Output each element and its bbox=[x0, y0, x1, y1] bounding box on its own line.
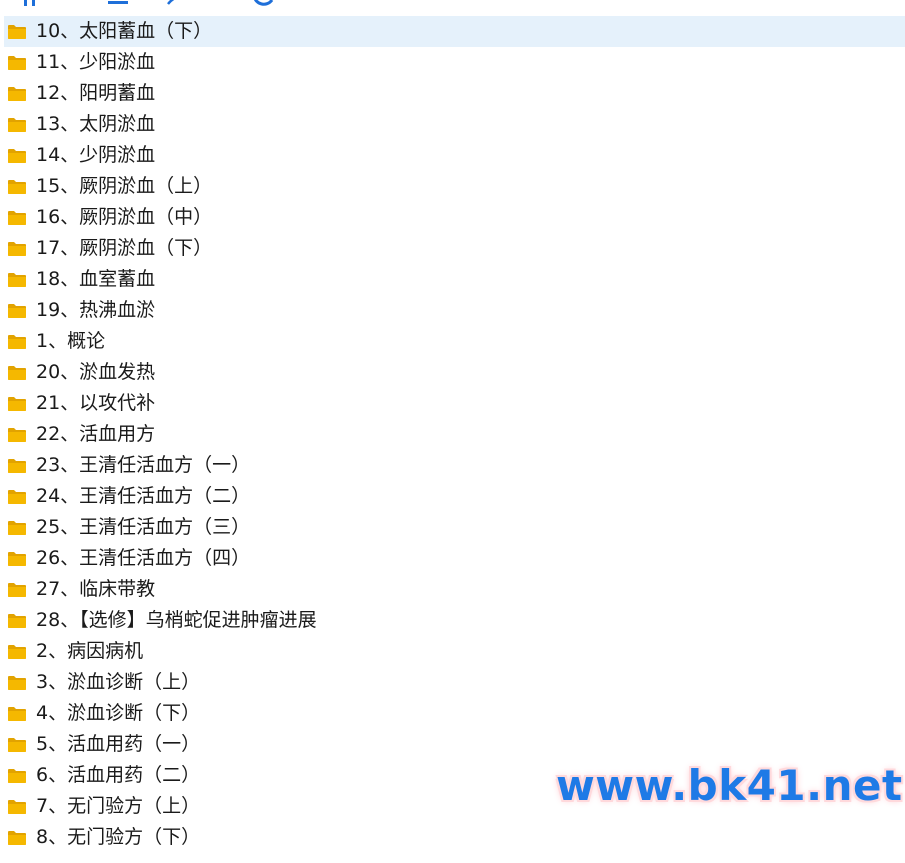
folder-name: 3、淤血诊断（上） bbox=[36, 671, 201, 693]
folder-name: 17、厥阴淤血（下） bbox=[36, 237, 213, 259]
folder-row[interactable]: 11、少阳淤血 bbox=[4, 47, 905, 78]
folder-icon bbox=[8, 830, 26, 845]
folder-row[interactable]: 24、王清任活血方（二） bbox=[4, 481, 905, 512]
folder-name: 19、热沸血淤 bbox=[36, 299, 156, 321]
folder-icon bbox=[8, 520, 26, 535]
folder-row[interactable]: 16、厥阴淤血（中） bbox=[4, 202, 905, 233]
folder-icon bbox=[8, 179, 26, 194]
folder-name: 21、以攻代补 bbox=[36, 392, 156, 414]
folder-name: 16、厥阴淤血（中） bbox=[36, 206, 213, 228]
folder-row[interactable]: 20、淤血发热 bbox=[4, 357, 905, 388]
folder-row[interactable]: 12、阳明蓄血 bbox=[4, 78, 905, 109]
folder-name: 14、少阴淤血 bbox=[36, 144, 156, 166]
folder-row[interactable]: 15、厥阴淤血（上） bbox=[4, 171, 905, 202]
folder-row[interactable]: 27、临床带教 bbox=[4, 574, 905, 605]
folder-icon bbox=[8, 241, 26, 256]
folder-icon bbox=[8, 706, 26, 721]
folder-row[interactable]: 17、厥阴淤血（下） bbox=[4, 233, 905, 264]
folder-name: 7、无门验方（上） bbox=[36, 795, 201, 817]
folder-icon bbox=[8, 644, 26, 659]
folder-icon bbox=[8, 86, 26, 101]
folder-name: 2、病因病机 bbox=[36, 640, 144, 662]
folder-row[interactable]: 28、【选修】乌梢蛇促进肿瘤进展 bbox=[4, 605, 905, 636]
folder-row[interactable]: 4、淤血诊断（下） bbox=[4, 698, 905, 729]
folder-name: 11、少阳淤血 bbox=[36, 51, 156, 73]
folder-name: 6、活血用药（二） bbox=[36, 764, 201, 786]
folder-name: 12、阳明蓄血 bbox=[36, 82, 156, 104]
folder-row[interactable]: 5、活血用药（一） bbox=[4, 729, 905, 760]
folder-icon bbox=[8, 737, 26, 752]
folder-row[interactable]: 13、太阴淤血 bbox=[4, 109, 905, 140]
folder-name: 1、概论 bbox=[36, 330, 106, 352]
folder-name: 23、王清任活血方（一） bbox=[36, 454, 251, 476]
upload-icon[interactable] bbox=[22, 0, 44, 6]
folder-name: 10、太阳蓄血（下） bbox=[36, 20, 213, 42]
folder-row[interactable]: 18、血室蓄血 bbox=[4, 264, 905, 295]
folder-name: 24、王清任活血方（二） bbox=[36, 485, 251, 507]
folder-row[interactable]: 2、病因病机 bbox=[4, 636, 905, 667]
folder-row[interactable]: 25、王清任活血方（三） bbox=[4, 512, 905, 543]
folder-name: 26、王清任活血方（四） bbox=[36, 547, 251, 569]
folder-name: 28、【选修】乌梢蛇促进肿瘤进展 bbox=[36, 609, 317, 631]
folder-icon bbox=[8, 458, 26, 473]
folder-name: 15、厥阴淤血（上） bbox=[36, 175, 213, 197]
folder-name: 25、王清任活血方（三） bbox=[36, 516, 251, 538]
folder-icon bbox=[8, 489, 26, 504]
folder-icon bbox=[8, 582, 26, 597]
folder-row[interactable]: 1、概论 bbox=[4, 326, 905, 357]
folder-row[interactable]: 23、王清任活血方（一） bbox=[4, 450, 905, 481]
folder-icon bbox=[8, 210, 26, 225]
folder-name: 4、淤血诊断（下） bbox=[36, 702, 201, 724]
folder-name: 27、临床带教 bbox=[36, 578, 156, 600]
share-icon[interactable] bbox=[166, 0, 190, 6]
folder-row[interactable]: 22、活血用方 bbox=[4, 419, 905, 450]
folder-name: 20、淤血发热 bbox=[36, 361, 156, 383]
folder-row[interactable]: 8、无门验方（下） bbox=[4, 822, 905, 853]
folder-icon bbox=[8, 55, 26, 70]
folder-icon bbox=[8, 148, 26, 163]
folder-icon bbox=[8, 675, 26, 690]
folder-icon bbox=[8, 24, 26, 39]
folder-row[interactable]: 21、以攻代补 bbox=[4, 388, 905, 419]
folder-icon bbox=[8, 365, 26, 380]
watermark-text: www.bk41.net bbox=[556, 761, 903, 810]
folder-icon bbox=[8, 396, 26, 411]
folder-icon bbox=[8, 334, 26, 349]
folder-icon bbox=[8, 427, 26, 442]
toolbar bbox=[0, 0, 905, 15]
folder-icon bbox=[8, 117, 26, 132]
folder-name: 13、太阴淤血 bbox=[36, 113, 156, 135]
folder-name: 8、无门验方（下） bbox=[36, 826, 201, 848]
folder-icon bbox=[8, 551, 26, 566]
folder-icon bbox=[8, 768, 26, 783]
download-icon[interactable] bbox=[106, 0, 132, 6]
folder-row[interactable]: 19、热沸血淤 bbox=[4, 295, 905, 326]
refresh-icon[interactable] bbox=[250, 0, 276, 8]
folder-icon bbox=[8, 613, 26, 628]
folder-row[interactable]: 26、王清任活血方（四） bbox=[4, 543, 905, 574]
folder-row[interactable]: 14、少阴淤血 bbox=[4, 140, 905, 171]
folder-name: 18、血室蓄血 bbox=[36, 268, 156, 290]
folder-list: 10、太阳蓄血（下） 11、少阳淤血 12、阳明蓄血 13、太阴淤血 14、少阴淤血 15… bbox=[4, 16, 905, 853]
folder-icon bbox=[8, 303, 26, 318]
folder-icon bbox=[8, 799, 26, 814]
folder-icon bbox=[8, 272, 26, 287]
folder-row[interactable]: 3、淤血诊断（上） bbox=[4, 667, 905, 698]
folder-name: 22、活血用方 bbox=[36, 423, 156, 445]
folder-name: 5、活血用药（一） bbox=[36, 733, 201, 755]
folder-row[interactable]: 10、太阳蓄血（下） bbox=[4, 16, 905, 47]
